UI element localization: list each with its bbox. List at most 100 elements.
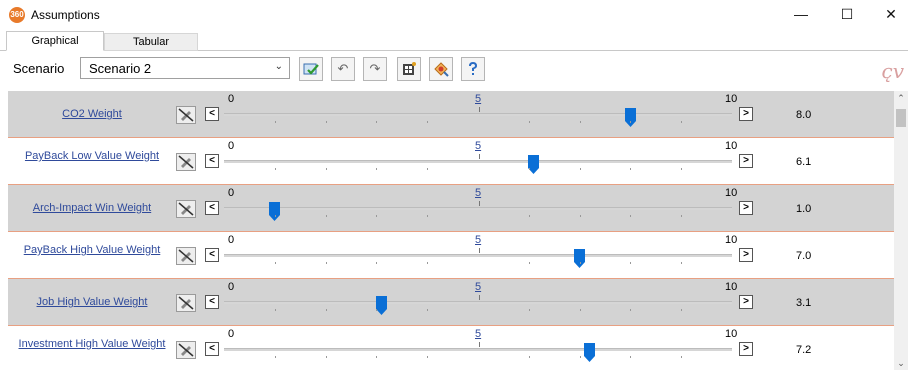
slider-thumb[interactable] (584, 343, 596, 362)
row-value: 7.0 (796, 250, 812, 262)
palette-button[interactable] (429, 57, 453, 81)
redo-button[interactable]: ↷ (363, 57, 387, 81)
slider-tick (274, 121, 276, 123)
row-label-link[interactable]: Arch-Impact Win Weight (13, 202, 171, 214)
row-value: 7.2 (796, 344, 812, 356)
scale-min-label: 0 (228, 187, 235, 199)
pencil-lock-icon (178, 343, 194, 357)
slider-track[interactable] (224, 348, 732, 351)
palette-icon (434, 62, 449, 77)
tab-tabular[interactable]: Tabular (104, 33, 198, 51)
slider-track[interactable] (224, 113, 732, 116)
lock-button[interactable] (176, 153, 196, 171)
slider-tick (528, 121, 530, 123)
slider-tick (274, 215, 276, 217)
scenario-dropdown[interactable]: Scenario 2 ⌄ (80, 57, 290, 79)
slider-tick (630, 309, 632, 311)
pencil-lock-icon (178, 296, 194, 310)
scroll-up-icon[interactable]: ⌃ (894, 91, 908, 105)
decrement-button[interactable]: < (205, 342, 219, 356)
slider-tick (579, 168, 581, 170)
row-label-link[interactable]: Investment High Value Weight (13, 338, 171, 350)
scrollbar-thumb[interactable] (896, 109, 906, 127)
scroll-down-icon[interactable]: ⌄ (894, 356, 908, 370)
slider-tick (274, 262, 276, 264)
undo-icon: ↶ (337, 61, 349, 76)
slider-tick (376, 121, 378, 123)
decrement-button[interactable]: < (205, 107, 219, 121)
increment-button[interactable]: > (739, 248, 753, 262)
close-button[interactable]: ✕ (868, 0, 908, 30)
slider-tick (528, 262, 530, 264)
slider-track[interactable] (224, 301, 732, 304)
slider-track[interactable] (224, 254, 732, 257)
slider-tick (325, 262, 327, 264)
slider-tick (681, 262, 683, 264)
lock-button[interactable] (176, 294, 196, 312)
slider-thumb[interactable] (574, 249, 586, 268)
increment-button[interactable]: > (739, 107, 753, 121)
toolbar: Scenario Scenario 2 ⌄ ↶ ↷ c̨v (0, 51, 908, 91)
vertical-scrollbar[interactable]: ⌃ ⌄ (894, 91, 908, 370)
slider-thumb[interactable] (624, 108, 636, 127)
slider-track[interactable] (224, 207, 732, 210)
slider-thumb[interactable] (375, 296, 387, 315)
slider-tick (579, 215, 581, 217)
increment-button[interactable]: > (739, 295, 753, 309)
chevron-down-icon: ⌄ (274, 61, 283, 72)
slider-tick (325, 168, 327, 170)
scale-mid-label: 5 (475, 140, 482, 152)
assumption-row: Arch-Impact Win Weight < 0 5 10 > 1.0 (8, 185, 894, 232)
pencil-lock-icon (178, 155, 194, 169)
slider-thumb[interactable] (269, 202, 281, 221)
help-button[interactable] (461, 57, 485, 81)
row-value: 1.0 (796, 203, 812, 215)
grid-calc-button[interactable] (397, 57, 421, 81)
scale-min-label: 0 (228, 93, 235, 105)
grid-calc-icon (403, 62, 416, 75)
increment-button[interactable]: > (739, 342, 753, 356)
lock-button[interactable] (176, 200, 196, 218)
scale-mid-tick (479, 201, 480, 206)
slider-thumb[interactable] (528, 155, 540, 174)
scale-min-label: 0 (228, 281, 235, 293)
lock-button[interactable] (176, 106, 196, 124)
row-label-link[interactable]: PayBack High Value Weight (13, 244, 171, 256)
decrement-button[interactable]: < (205, 201, 219, 215)
decrement-button[interactable]: < (205, 248, 219, 262)
tab-graphical[interactable]: Graphical (6, 31, 104, 51)
apply-button[interactable] (299, 57, 323, 81)
slider-tick (681, 309, 683, 311)
assumption-row: CO2 Weight < 0 5 10 > 8.0 (8, 91, 894, 138)
lock-button[interactable] (176, 247, 196, 265)
slider-tick (579, 309, 581, 311)
undo-button[interactable]: ↶ (331, 57, 355, 81)
slider-tick (630, 121, 632, 123)
slider-tick (325, 356, 327, 358)
lock-button[interactable] (176, 341, 196, 359)
increment-button[interactable]: > (739, 201, 753, 215)
row-label-link[interactable]: Job High Value Weight (13, 296, 171, 308)
assumption-row: PayBack High Value Weight < 0 5 10 > 7.0 (8, 232, 894, 279)
decrement-button[interactable]: < (205, 154, 219, 168)
slider-track[interactable] (224, 160, 732, 163)
slider-tick (325, 309, 327, 311)
row-label-link[interactable]: PayBack Low Value Weight (13, 150, 171, 162)
maximize-button[interactable]: ☐ (824, 0, 870, 30)
slider-tick (325, 215, 327, 217)
row-label-link[interactable]: CO2 Weight (13, 108, 171, 120)
window-title: Assumptions (31, 8, 100, 22)
row-value: 8.0 (796, 109, 812, 121)
slider-tick (630, 262, 632, 264)
scale-mid-tick (479, 154, 480, 159)
minimize-button[interactable]: — (778, 0, 824, 30)
decrement-button[interactable]: < (205, 295, 219, 309)
pencil-lock-icon (178, 249, 194, 263)
slider-tick (325, 121, 327, 123)
scale-mid-label: 5 (475, 281, 482, 293)
app-logo-icon: 360 (9, 7, 25, 23)
pencil-lock-icon (178, 108, 194, 122)
increment-button[interactable]: > (739, 154, 753, 168)
slider-tick (427, 215, 429, 217)
slider-tick (579, 121, 581, 123)
